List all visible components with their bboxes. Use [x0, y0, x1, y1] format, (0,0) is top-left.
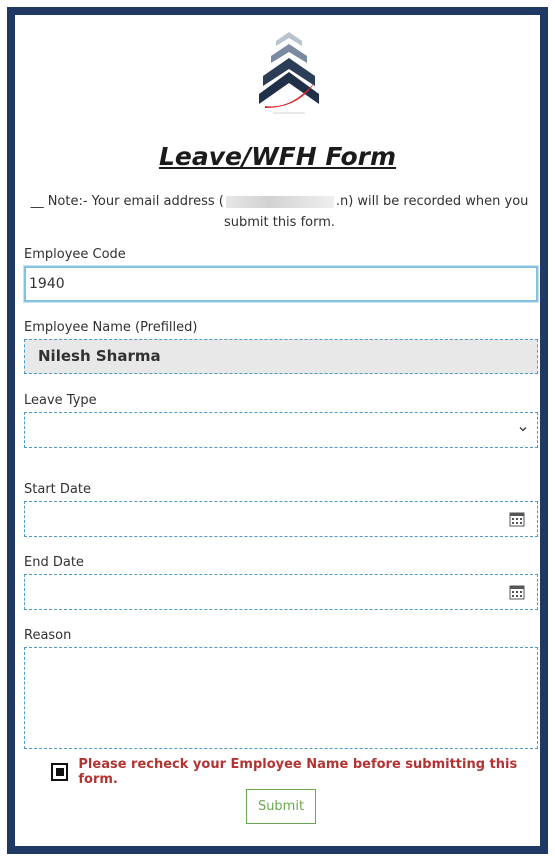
confirm-warning: Please recheck your Employee Name before… — [78, 757, 518, 787]
redacted-email — [225, 195, 334, 208]
confirm-row: Please recheck your Employee Name before… — [51, 757, 540, 787]
employee-name-value: Nilesh Sharma — [38, 347, 161, 365]
start-date-label: Start Date — [24, 482, 91, 497]
end-date-label: End Date — [24, 555, 84, 570]
employee-code-input[interactable]: 1940 — [24, 266, 538, 302]
leave-type-select[interactable] — [24, 412, 538, 448]
note-prefix: __ Note:- Your email address ( — [30, 194, 224, 209]
employee-code-label: Employee Code — [24, 247, 126, 262]
reason-label: Reason — [24, 628, 72, 643]
employee-name-input[interactable]: Nilesh Sharma — [24, 339, 538, 374]
checkbox-check-mark — [55, 768, 64, 776]
company-logo — [259, 32, 319, 114]
reason-textarea[interactable] — [24, 647, 538, 749]
employee-name-label: Employee Name (Prefilled) — [24, 320, 198, 335]
form-title: Leave/WFH Form — [158, 142, 397, 171]
calendar-icon[interactable] — [509, 511, 525, 527]
start-date-input[interactable] — [24, 501, 538, 537]
employee-code-value: 1940 — [29, 276, 65, 292]
end-date-input[interactable] — [24, 574, 538, 610]
confirm-checkbox[interactable] — [51, 763, 69, 781]
form-frame: Leave/WFH Form __ Note:- Your email addr… — [7, 7, 548, 854]
calendar-icon[interactable] — [509, 584, 525, 600]
chevron-down-icon — [519, 427, 527, 432]
email-note: __ Note:- Your email address (.n) will b… — [19, 191, 540, 233]
leave-type-label: Leave Type — [24, 393, 97, 408]
submit-button[interactable]: Submit — [246, 789, 316, 824]
